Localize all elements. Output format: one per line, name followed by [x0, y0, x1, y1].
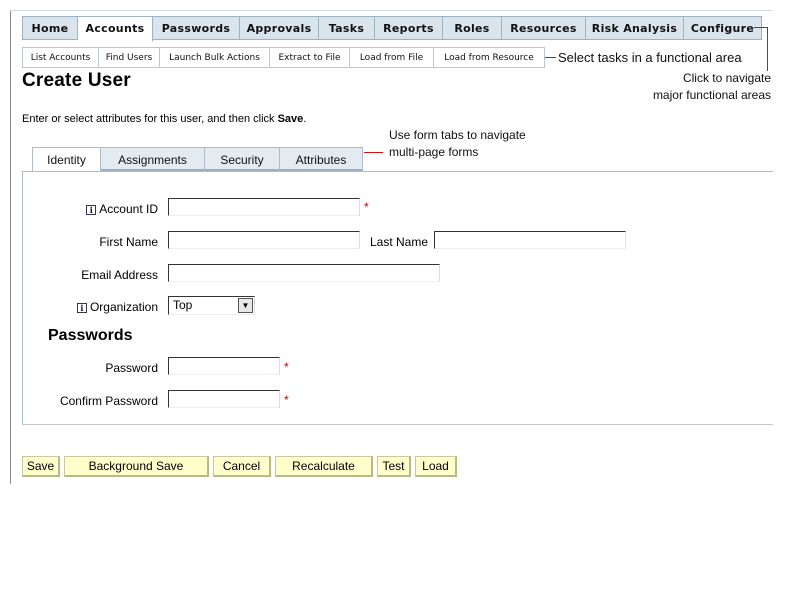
action-buttons: Save Background Save Cancel Recalculate …	[22, 456, 457, 477]
confirm-password-field[interactable]	[168, 390, 280, 408]
top-tab-roles[interactable]: Roles	[443, 16, 502, 40]
top-tab-home[interactable]: Home	[22, 16, 78, 40]
annotation-topnav-line2: major functional areas	[652, 88, 771, 102]
last-name-label: Last Name	[369, 235, 428, 249]
top-tab-risk-analysis[interactable]: Risk Analysis	[586, 16, 684, 40]
page-frame-top	[10, 10, 772, 11]
top-tab-accounts[interactable]: Accounts	[78, 16, 153, 42]
test-button[interactable]: Test	[377, 456, 411, 477]
tab-attributes[interactable]: Attributes	[280, 147, 363, 172]
subtab-find-users[interactable]: Find Users	[99, 47, 160, 68]
passwords-section-title: Passwords	[48, 327, 133, 344]
cancel-button[interactable]: Cancel	[213, 456, 271, 477]
annotation-subnav: Select tasks in a functional area	[558, 50, 742, 65]
recalculate-button[interactable]: Recalculate	[275, 456, 373, 477]
annotation-pointer-topnav-h	[754, 27, 768, 28]
intro-text-bold: Save	[277, 113, 304, 125]
subtab-load-from-resource[interactable]: Load from Resource	[434, 47, 545, 68]
info-icon[interactable]: i	[76, 302, 87, 313]
account-id-label-row: i Account ID	[40, 202, 158, 216]
email-field[interactable]	[168, 264, 440, 282]
first-name-label: First Name	[99, 235, 158, 249]
required-marker: *	[284, 360, 289, 374]
page-frame-left	[10, 10, 11, 484]
top-tab-configure[interactable]: Configure	[684, 16, 762, 40]
subtab-extract-to-file[interactable]: Extract to File	[270, 47, 350, 68]
info-icon[interactable]: i	[86, 204, 97, 215]
top-tab-reports[interactable]: Reports	[375, 16, 443, 40]
top-navigation: Home Accounts Passwords Approvals Tasks …	[22, 16, 762, 42]
subtab-load-from-file[interactable]: Load from File	[350, 47, 434, 68]
save-button[interactable]: Save	[22, 456, 60, 477]
annotation-pointer-topnav-v	[767, 27, 768, 71]
load-button[interactable]: Load	[415, 456, 457, 477]
top-tab-tasks[interactable]: Tasks	[319, 16, 375, 40]
password-label: Password	[105, 361, 158, 375]
top-tab-approvals[interactable]: Approvals	[240, 16, 319, 40]
required-marker: *	[364, 200, 369, 214]
annotation-formtabs-line1: Use form tabs to navigate	[389, 128, 526, 142]
page-title: Create User	[22, 70, 131, 91]
organization-label-row: i Organization	[40, 300, 158, 314]
annotation-formtabs-line2: multi-page forms	[389, 145, 479, 159]
chevron-down-icon[interactable]: ▼	[238, 298, 253, 313]
annotation-topnav-line1: Click to navigate	[682, 71, 771, 85]
subtab-launch-bulk-actions[interactable]: Launch Bulk Actions	[160, 47, 270, 68]
annotation-pointer-formtabs	[364, 152, 383, 153]
required-marker: *	[284, 393, 289, 407]
sub-navigation: List Accounts Find Users Launch Bulk Act…	[22, 47, 545, 68]
password-field[interactable]	[168, 357, 280, 375]
email-label: Email Address	[81, 268, 158, 282]
form-tabs: Identity Assignments Security Attributes	[32, 147, 363, 172]
organization-label: Organization	[89, 300, 158, 314]
intro-text-body: Enter or select attributes for this user…	[22, 113, 278, 125]
organization-select[interactable]: Top ▼	[168, 296, 255, 315]
confirm-password-label: Confirm Password	[59, 394, 158, 408]
intro-text: Enter or select attributes for this user…	[22, 113, 306, 125]
first-name-field[interactable]	[168, 231, 360, 249]
top-tab-resources[interactable]: Resources	[502, 16, 586, 40]
top-tab-passwords[interactable]: Passwords	[153, 16, 240, 40]
background-save-button[interactable]: Background Save	[64, 456, 209, 477]
last-name-field[interactable]	[434, 231, 626, 249]
intro-text-end: .	[303, 113, 307, 125]
organization-select-value: Top	[173, 298, 193, 312]
tab-assignments[interactable]: Assignments	[101, 147, 205, 172]
account-id-label: Account ID	[99, 202, 158, 216]
tab-security[interactable]: Security	[205, 147, 280, 172]
account-id-field[interactable]	[168, 198, 360, 216]
annotation-pointer-subnav	[545, 57, 556, 58]
subnav-underline	[22, 67, 545, 68]
tab-identity[interactable]: Identity	[32, 147, 101, 172]
subtab-list-accounts[interactable]: List Accounts	[22, 47, 99, 68]
